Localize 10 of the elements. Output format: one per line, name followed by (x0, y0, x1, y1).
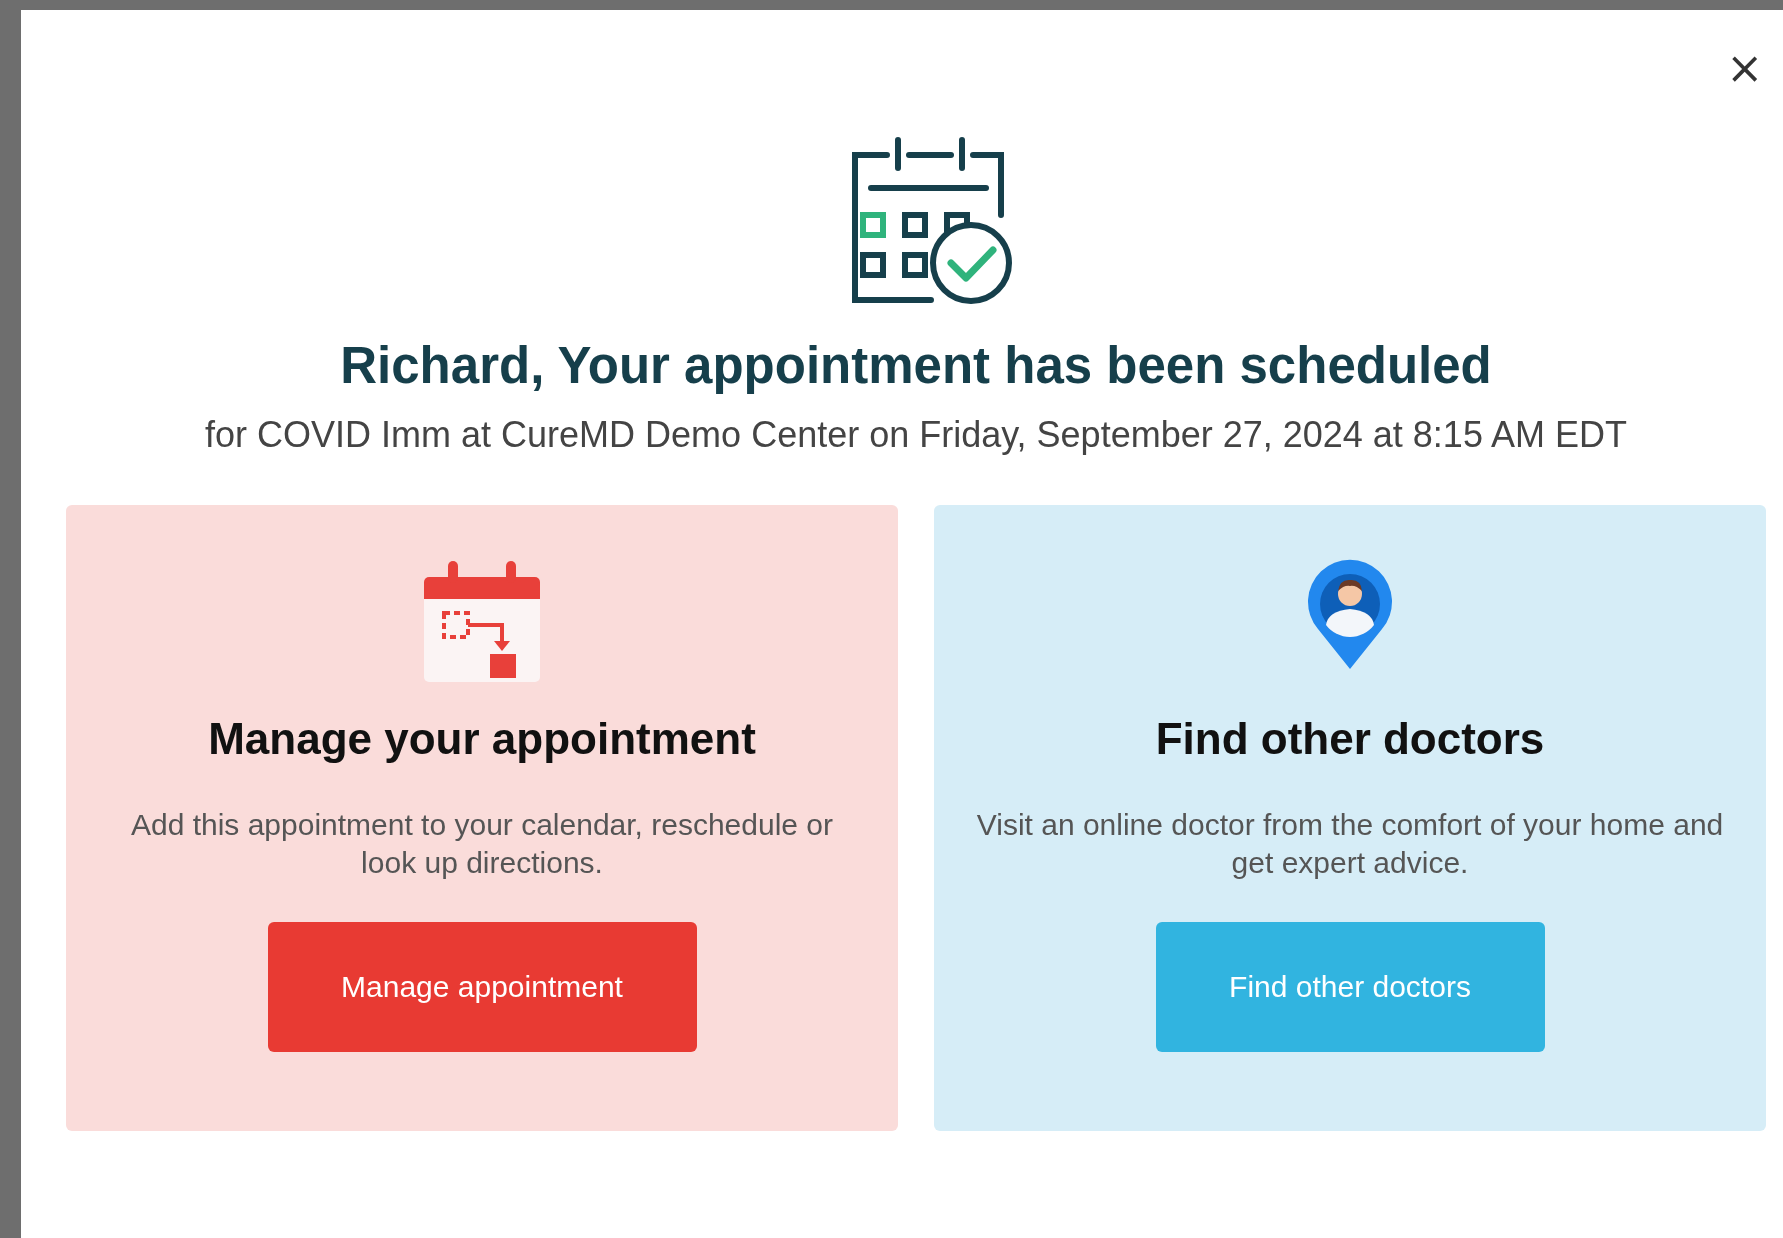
confirmation-title: Richard, Your appointment has been scheduled (340, 336, 1492, 395)
card-description: Add this appointment to your calendar, reschedule or look up directions. (129, 807, 835, 881)
close-button[interactable]: × (1720, 46, 1769, 90)
card-button[interactable]: Manage appointment (267, 922, 697, 1052)
appointment-details: for COVID Imm at CureMD Demo Center on Friday, September 27, 2024 at 8:15 AM EDT (204, 413, 1628, 457)
card-button[interactable]: Find other doctors (1155, 922, 1545, 1052)
card-title: Find other doctors (1155, 714, 1545, 764)
card-title: Manage your appointment (208, 714, 756, 764)
calendar-move-icon (422, 559, 542, 684)
card-description: Visit an online doctor from the comfort of your home and get expert advice. (975, 807, 1725, 881)
